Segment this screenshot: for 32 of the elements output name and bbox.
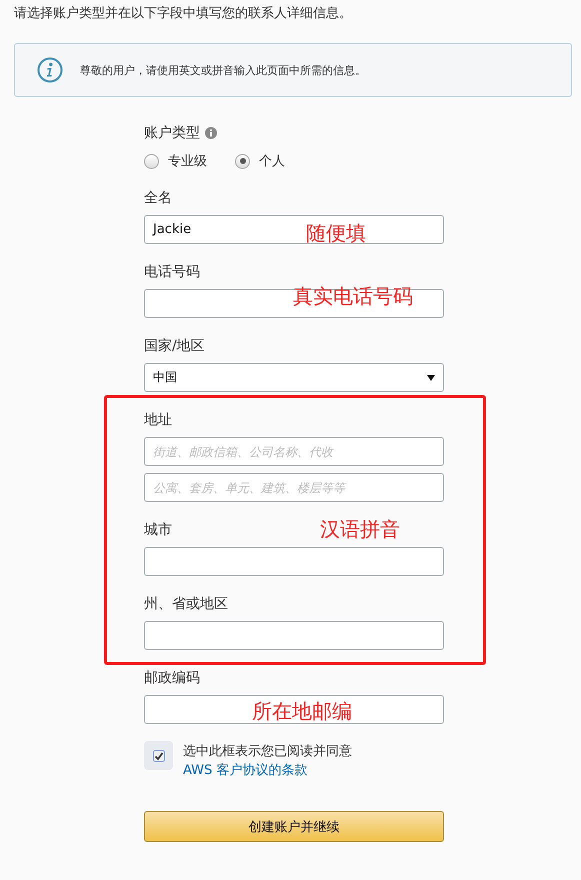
field-label: 州、省或地区 [144, 595, 228, 614]
field-label: 地址 [144, 411, 172, 430]
info-icon [37, 57, 63, 83]
agreement-link[interactable]: AWS 客户协议的条款 [183, 763, 308, 778]
info-icon [205, 127, 217, 139]
intro-text: 请选择账户类型并在以下字段中填写您的联系人详细信息。 [13, 5, 353, 23]
caret-icon [427, 374, 435, 380]
field-label: 邮政编码 [144, 669, 200, 688]
radio-button[interactable] [235, 154, 250, 168]
field-label: 电话号码 [144, 263, 200, 282]
input-field[interactable] [144, 547, 444, 576]
annotation-text: 真实电话号码 [293, 283, 413, 309]
field-label: 全名 [144, 189, 172, 208]
annotation-text: 随便填 [306, 220, 366, 246]
radio-button[interactable] [144, 154, 159, 168]
annotation-text: 汉语拼音 [320, 516, 400, 542]
country-dropdown[interactable]: 中国 [144, 363, 444, 392]
agreement-text: 选中此框表示您已阅读并同意 AWS 客户协议的条款 [183, 743, 353, 780]
checkbox[interactable] [144, 741, 173, 770]
checkmark-icon [152, 750, 164, 762]
field-label: 国家/地区 [144, 337, 205, 356]
input-field[interactable]: 公寓、套房、单元、建筑、楼层等等 [144, 473, 444, 502]
annotation-text: 所在地邮编 [252, 698, 352, 724]
input-field[interactable] [144, 621, 444, 650]
notice-text: 尊敬的用户，请使用英文或拼音输入此页面中所需的信息。 [80, 62, 366, 78]
field-label: 账户类型 [144, 124, 200, 143]
field-label: 城市 [144, 521, 172, 540]
create-account-button[interactable]: 创建账户并继续 [144, 811, 444, 842]
radio-option[interactable]: 个人 [235, 152, 285, 170]
input-field[interactable]: 街道、邮政信箱、公司名称、代收 [144, 437, 444, 466]
input-field[interactable] [144, 695, 444, 724]
radio-option[interactable]: 专业级 [144, 152, 207, 170]
